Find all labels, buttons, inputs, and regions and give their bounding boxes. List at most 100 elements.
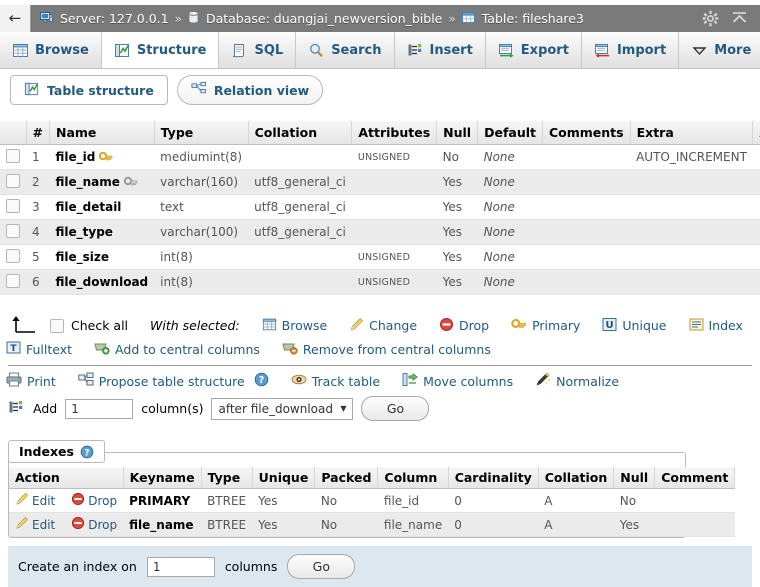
- add-column-count-input[interactable]: [65, 399, 133, 419]
- action-fulltext-label: Fulltext: [26, 342, 72, 357]
- row-collation: utf8_general_ci: [248, 220, 352, 245]
- add-column-label: Add: [33, 401, 57, 416]
- structure-subtabs: Table structure Relation view: [0, 75, 760, 105]
- tab-export[interactable]: Export: [486, 32, 582, 68]
- action-fulltext[interactable]: T Fulltext: [6, 340, 72, 358]
- header-extra[interactable]: Extra: [630, 121, 753, 145]
- row-action-cell[interactable]: Ch: [753, 245, 760, 270]
- search-icon: [308, 42, 325, 59]
- indexes-header-null: Null: [614, 467, 655, 489]
- header-name[interactable]: Name: [49, 121, 154, 145]
- header-default[interactable]: Default: [478, 121, 543, 145]
- tab-sql[interactable]: SQL: [219, 32, 296, 68]
- check-all-checkbox[interactable]: [50, 319, 64, 333]
- collapse-icon[interactable]: [731, 10, 748, 27]
- tool-print[interactable]: Print: [6, 372, 56, 390]
- row-type: varchar(100): [154, 220, 248, 245]
- drop-icon: [439, 317, 454, 335]
- header-attributes[interactable]: Attributes: [352, 121, 437, 145]
- tab-more[interactable]: More: [679, 32, 760, 68]
- action-browse[interactable]: Browse: [262, 317, 328, 335]
- tool-move-columns[interactable]: Move columns: [402, 372, 513, 390]
- row-extra: AUTO_INCREMENT: [630, 145, 753, 170]
- header-collation[interactable]: Collation: [248, 121, 352, 145]
- row-default: None: [478, 195, 543, 220]
- tool-normalize[interactable]: Normalize: [535, 372, 619, 390]
- tab-import[interactable]: Import: [582, 32, 679, 68]
- tab-structure-label: Structure: [137, 43, 207, 58]
- row-checkbox-cell[interactable]: [0, 270, 26, 295]
- action-unique[interactable]: U Unique: [602, 317, 666, 335]
- row-comments: [542, 145, 630, 170]
- row-checkbox[interactable]: [6, 149, 20, 163]
- row-action-cell[interactable]: Ch: [753, 170, 760, 195]
- propose-help[interactable]: ?: [254, 372, 269, 390]
- row-checkbox[interactable]: [6, 174, 20, 188]
- tab-search[interactable]: Search: [296, 32, 394, 68]
- indexes-header-type: Type: [201, 467, 252, 489]
- action-add-central-columns[interactable]: Add to central columns: [94, 340, 260, 358]
- row-checkbox-cell[interactable]: [0, 245, 26, 270]
- index-edit-link[interactable]: Edit: [15, 492, 55, 509]
- action-index[interactable]: Index: [689, 317, 743, 335]
- row-comments: [542, 220, 630, 245]
- row-checkbox[interactable]: [6, 274, 20, 288]
- row-checkbox[interactable]: [6, 224, 20, 238]
- row-checkbox[interactable]: [6, 249, 20, 263]
- breadcrumb-table[interactable]: Table: fileshare3: [482, 11, 584, 26]
- row-number: 3: [26, 195, 49, 220]
- svg-text:T: T: [10, 344, 17, 354]
- breadcrumb-database[interactable]: Database: duangjai_newversion_bible: [206, 11, 442, 26]
- row-checkbox-cell[interactable]: [0, 195, 26, 220]
- create-index-go-button[interactable]: Go: [287, 554, 355, 579]
- sql-icon: [231, 42, 248, 59]
- header-null[interactable]: Null: [437, 121, 478, 145]
- action-change[interactable]: Change: [349, 317, 417, 335]
- row-action-cell[interactable]: Ch: [753, 195, 760, 220]
- index-drop-link[interactable]: Drop: [71, 516, 117, 533]
- indexes-header-packed: Packed: [315, 467, 378, 489]
- breadcrumb-server[interactable]: Server: 127.0.0.1: [60, 11, 169, 26]
- indexes-header-collation: Collation: [538, 467, 614, 489]
- tool-track-table[interactable]: Track table: [291, 372, 380, 390]
- tab-insert[interactable]: Insert: [395, 32, 486, 68]
- index-edit-link[interactable]: Edit: [15, 516, 55, 533]
- action-remove-central-columns[interactable]: Remove from central columns: [282, 340, 491, 358]
- check-all-label[interactable]: Check all: [71, 318, 128, 333]
- row-default: None: [478, 145, 543, 170]
- action-drop[interactable]: Drop: [439, 317, 489, 335]
- add-column-position-select[interactable]: after file_download ▼: [211, 398, 353, 420]
- header-type[interactable]: Type: [154, 121, 248, 145]
- row-action-cell[interactable]: Ch: [753, 270, 760, 295]
- row-checkbox-cell[interactable]: [0, 220, 26, 245]
- row-checkbox-cell[interactable]: [0, 145, 26, 170]
- row-checkbox[interactable]: [6, 199, 20, 213]
- select-all-arrow-icon[interactable]: [8, 315, 36, 336]
- back-button[interactable]: ←: [0, 5, 31, 32]
- create-index-count-input[interactable]: [147, 557, 215, 577]
- tab-structure[interactable]: Structure: [102, 32, 220, 68]
- create-index-columns-label: columns: [225, 559, 278, 574]
- row-action-cell[interactable]: Ch: [753, 145, 760, 170]
- header-comments[interactable]: Comments: [542, 121, 630, 145]
- row-checkbox-cell[interactable]: [0, 170, 26, 195]
- row-extra: [630, 220, 753, 245]
- tab-browse[interactable]: Browse: [0, 32, 102, 68]
- help-icon[interactable]: ?: [254, 372, 269, 390]
- tool-track-label: Track table: [312, 374, 380, 389]
- subtab-relation-view[interactable]: Relation view: [177, 75, 323, 105]
- help-icon[interactable]: ?: [80, 445, 94, 459]
- action-primary[interactable]: Primary: [511, 318, 580, 334]
- subtab-table-structure[interactable]: Table structure: [10, 75, 168, 105]
- header-number[interactable]: #: [26, 121, 49, 145]
- add-column-go-button[interactable]: Go: [361, 396, 429, 421]
- table-row: Edit Drop PRIMARY BTREE Yes No fi: [9, 489, 735, 513]
- action-browse-label: Browse: [282, 318, 328, 333]
- tool-propose-table-structure[interactable]: Propose table structure: [78, 372, 245, 390]
- gear-icon[interactable]: [702, 10, 719, 27]
- indexes-header-row: Action Keyname Type Unique Packed Column…: [9, 467, 735, 489]
- table-row: 2 file_name varchar(160) utf8_general_ci…: [0, 170, 760, 195]
- index-drop-link[interactable]: Drop: [71, 492, 117, 509]
- row-action-cell[interactable]: Ch: [753, 220, 760, 245]
- row-name-cell: file_type: [49, 220, 154, 245]
